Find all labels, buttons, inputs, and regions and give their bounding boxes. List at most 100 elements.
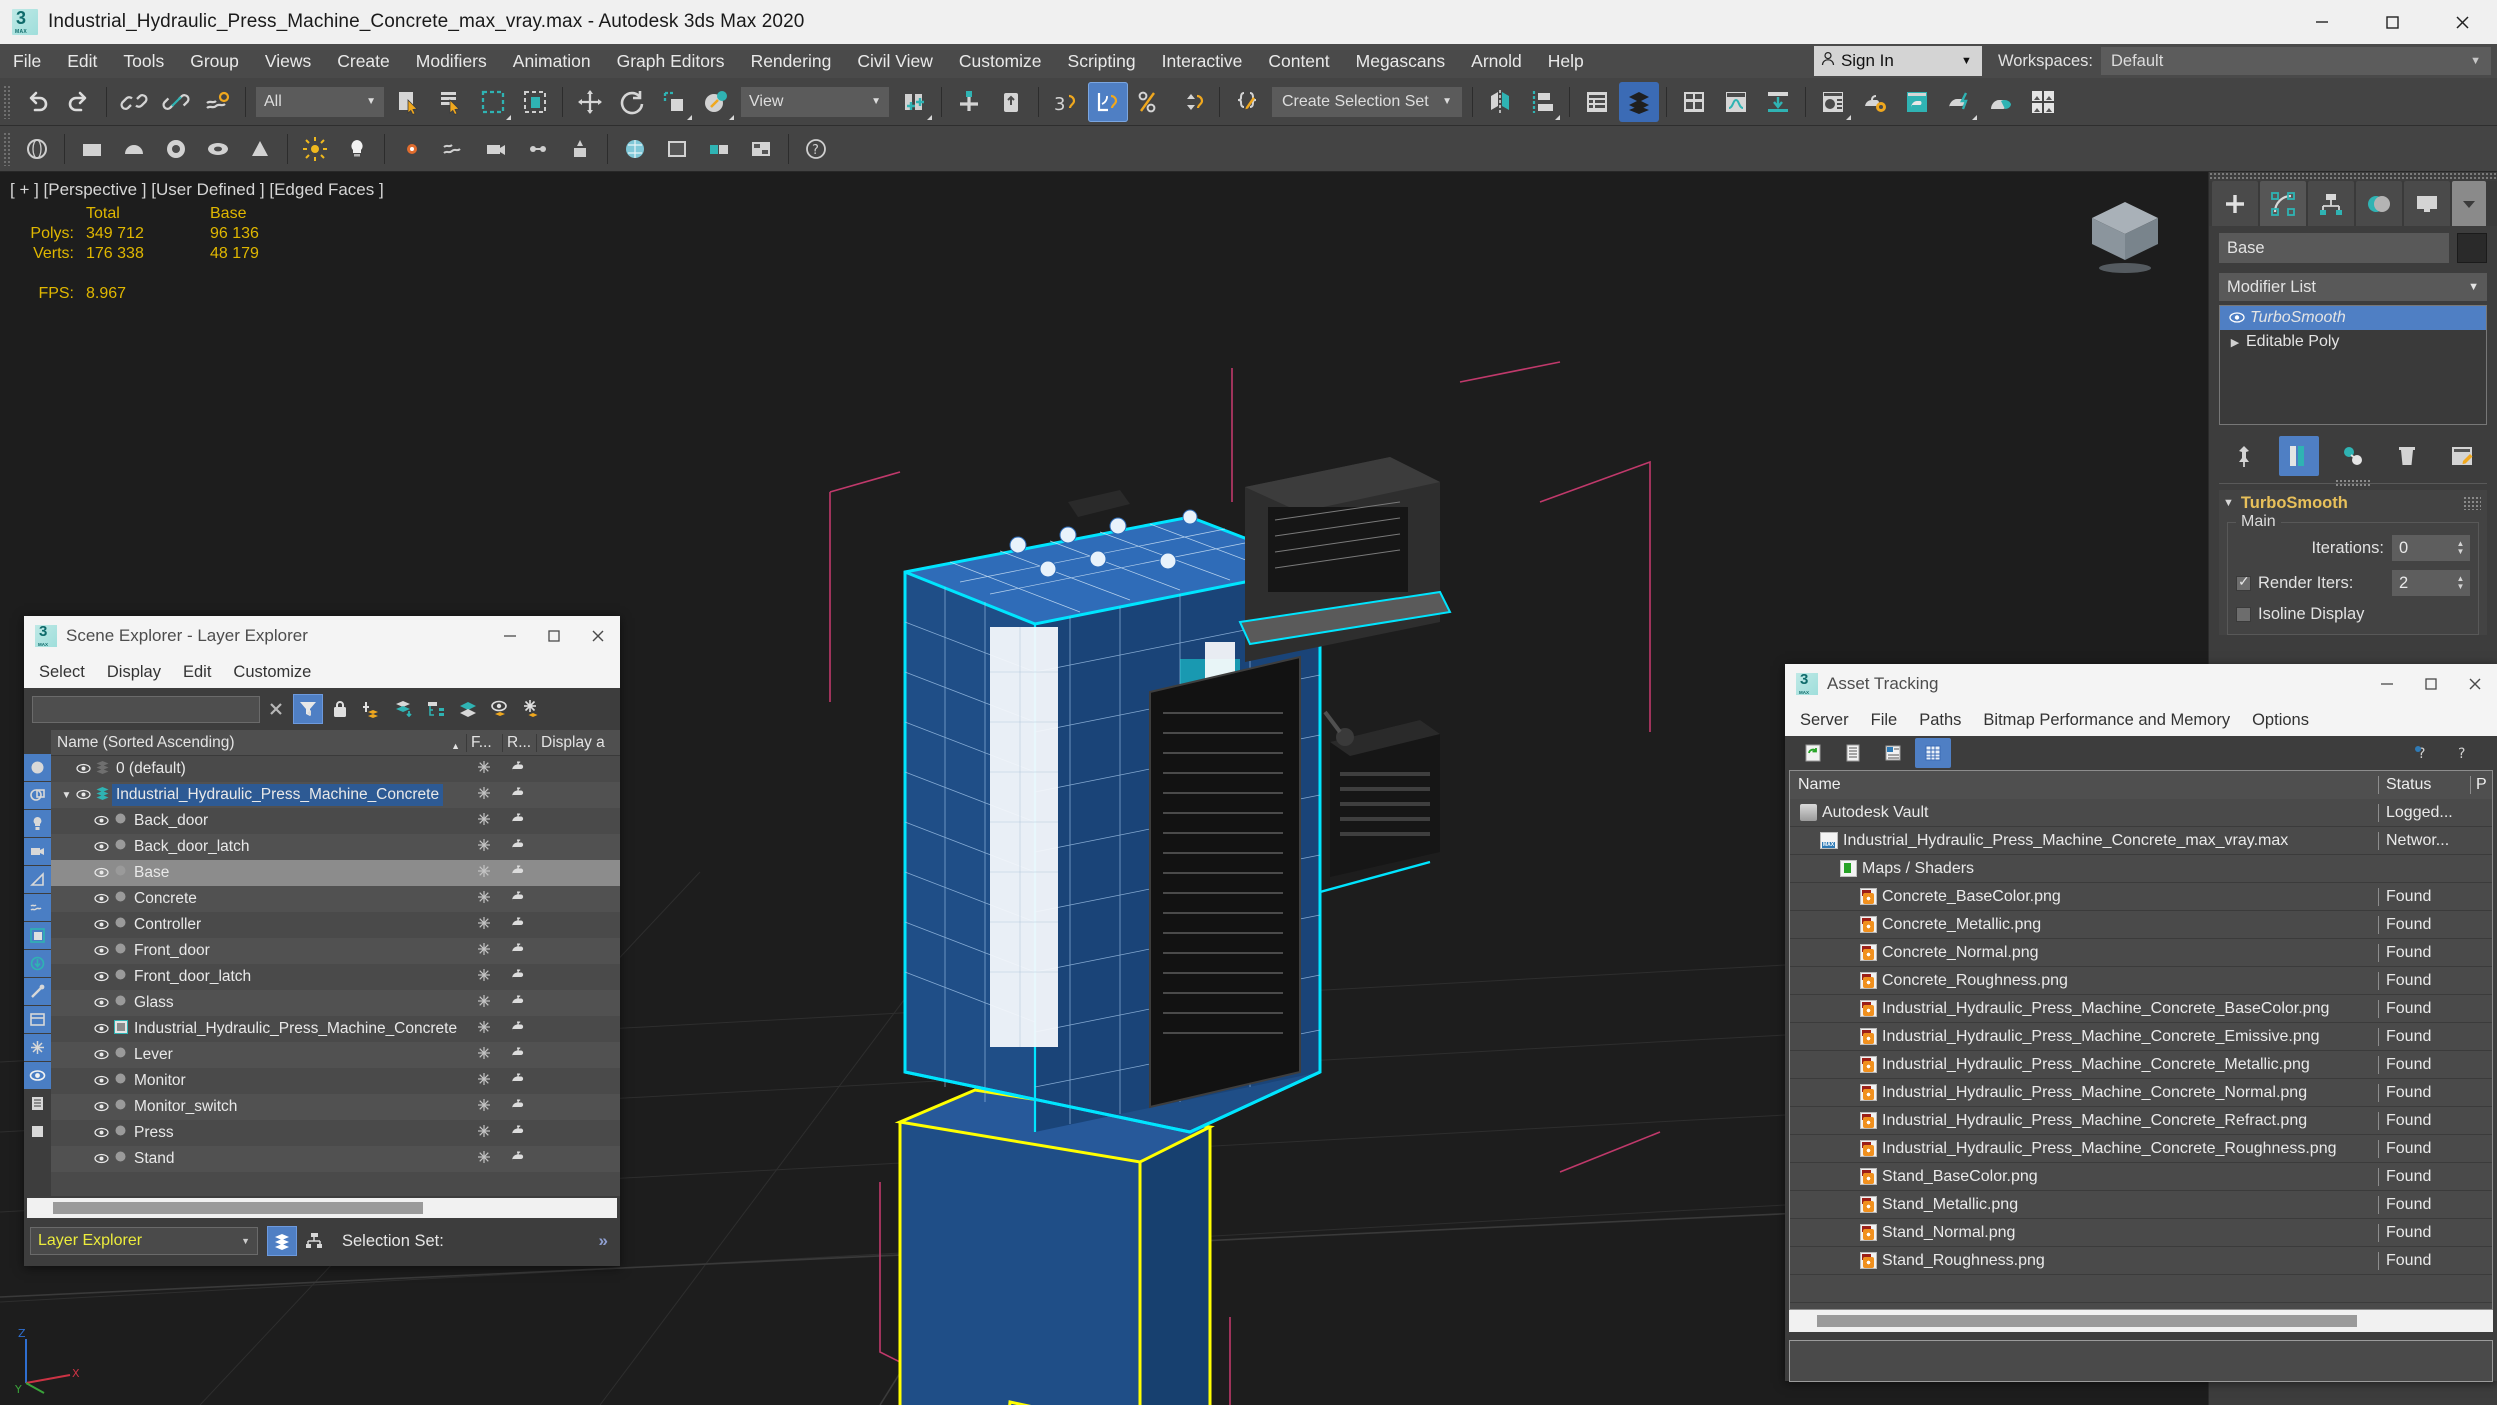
asset-tracking-row[interactable]: Concrete_Normal.png Found <box>1790 939 2492 967</box>
menu-group[interactable]: Group <box>177 44 252 78</box>
frozen-toggle-icon[interactable] <box>466 1098 502 1117</box>
freeze-unfreeze-icon[interactable] <box>517 694 547 724</box>
scene-explorer-row[interactable]: ▼ Industrial_Hydraulic_Press_Machine_Conc… <box>51 782 620 808</box>
renderable-toggle-icon[interactable] <box>502 916 536 934</box>
selection-filter-select[interactable]: All ▼ <box>256 86 384 117</box>
snapshot-icon[interactable] <box>560 129 600 169</box>
frozen-toggle-icon[interactable] <box>466 1046 502 1065</box>
visibility-eye-icon[interactable] <box>92 970 111 985</box>
lock-icon[interactable] <box>325 694 355 724</box>
add-layer-icon[interactable] <box>357 694 387 724</box>
camera-icon[interactable] <box>476 129 516 169</box>
motion-tab[interactable] <box>2356 181 2402 226</box>
layer-view-toggle-icon[interactable] <box>267 1226 297 1256</box>
filter-geometry-icon[interactable] <box>24 754 51 781</box>
clear-search-icon[interactable] <box>261 694 291 724</box>
asset-tracking-row[interactable]: Industrial_Hydraulic_Press_Machine_Concr… <box>1790 1051 2492 1079</box>
modifier-stack[interactable]: TurboSmooth ▶ Editable Poly <box>2219 305 2487 425</box>
extras-icon[interactable] <box>518 129 558 169</box>
scene-explorer-row[interactable]: Concrete <box>51 886 620 912</box>
filter-hidden-icon[interactable] <box>24 1062 51 1089</box>
visibility-eye-icon[interactable] <box>92 1126 111 1141</box>
select-by-name-icon[interactable] <box>431 82 471 122</box>
select-and-manipulate-icon[interactable] <box>949 82 989 122</box>
se-menu-edit[interactable]: Edit <box>172 656 222 688</box>
expand-collapse-icon[interactable]: ▼ <box>59 790 74 801</box>
asset-column-status[interactable]: Status <box>2378 776 2470 794</box>
filter-list-icon[interactable] <box>24 1090 51 1117</box>
scene-explorer-row[interactable]: Press <box>51 1120 620 1146</box>
box-primitive-icon[interactable] <box>72 129 112 169</box>
scene-explorer-row[interactable]: Front_door_latch <box>51 964 620 990</box>
at-menu-server[interactable]: Server <box>1789 704 1860 736</box>
table-view-icon[interactable] <box>1915 738 1951 768</box>
filter-groups-icon[interactable] <box>24 922 51 949</box>
menu-help[interactable]: Help <box>1535 44 1597 78</box>
menu-megascans[interactable]: Megascans <box>1343 44 1459 78</box>
modifier-stack-item-turbosmooth[interactable]: TurboSmooth <box>2220 306 2486 330</box>
asset-tracking-row[interactable]: Industrial_Hydraulic_Press_Machine_Concr… <box>1790 827 2492 855</box>
visibility-eye-icon[interactable] <box>92 944 111 959</box>
asset-tracking-row[interactable]: Concrete_Metallic.png Found <box>1790 911 2492 939</box>
help-new-icon[interactable]: ? <box>2405 738 2441 768</box>
render-element-icon[interactable] <box>657 129 697 169</box>
render-production-icon[interactable] <box>1939 82 1979 122</box>
frozen-toggle-icon[interactable] <box>466 760 502 779</box>
asset-tracking-row[interactable]: Industrial_Hydraulic_Press_Machine_Concr… <box>1790 1023 2492 1051</box>
frozen-toggle-icon[interactable] <box>466 838 502 857</box>
asset-tracking-row[interactable]: Stand_Roughness.png Found <box>1790 1247 2492 1275</box>
modifier-stack-item-editable-poly[interactable]: ▶ Editable Poly <box>2220 330 2486 354</box>
filter-space-warps-icon[interactable] <box>24 894 51 921</box>
minimize-button[interactable] <box>2287 0 2357 44</box>
renderable-toggle-icon[interactable] <box>502 942 536 960</box>
menu-rendering[interactable]: Rendering <box>738 44 845 78</box>
remove-modifier-icon[interactable] <box>2387 436 2427 476</box>
scene-explorer-row[interactable]: Lever <box>51 1042 620 1068</box>
material-swatch-icon[interactable] <box>699 129 739 169</box>
renderable-toggle-icon[interactable] <box>502 994 536 1012</box>
renderable-toggle-icon[interactable] <box>502 890 536 908</box>
column-render[interactable]: R... <box>502 733 536 752</box>
scene-explorer-search-input[interactable] <box>32 695 260 723</box>
layers-icon[interactable] <box>453 694 483 724</box>
menu-civil-view[interactable]: Civil View <box>844 44 946 78</box>
use-pivot-point-center-icon[interactable] <box>894 82 934 122</box>
asset-tracking-minimize-button[interactable] <box>2365 664 2409 704</box>
se-menu-display[interactable]: Display <box>96 656 172 688</box>
help-icon[interactable]: ? <box>796 129 836 169</box>
scene-explorer-row[interactable]: Back_door_latch <box>51 834 620 860</box>
scene-explorer-close-button[interactable] <box>576 616 620 656</box>
make-unique-icon[interactable] <box>2333 436 2373 476</box>
torus-primitive-icon[interactable] <box>198 129 238 169</box>
renderable-toggle-icon[interactable] <box>502 1072 536 1090</box>
frozen-toggle-icon[interactable] <box>466 942 502 961</box>
filter-xrefs-icon[interactable] <box>24 950 51 977</box>
filter-icon[interactable] <box>293 694 323 724</box>
visibility-eye-icon[interactable] <box>92 1100 111 1115</box>
schematic-view-icon[interactable] <box>1758 82 1798 122</box>
menu-animation[interactable]: Animation <box>500 44 604 78</box>
hierarchy-view-icon[interactable] <box>421 694 451 724</box>
utilities-tab[interactable] <box>2452 181 2486 226</box>
spinner-arrows-icon[interactable]: ▲ ▼ <box>2454 540 2470 556</box>
scene-explorer-row[interactable]: Stand <box>51 1146 620 1172</box>
workspace-select[interactable]: Default ▼ <box>2101 47 2491 75</box>
help-icon[interactable]: ? <box>2445 738 2481 768</box>
column-display[interactable]: Display a <box>536 733 620 752</box>
angle-snap-toggle-icon[interactable] <box>1088 81 1128 122</box>
named-selection-set-input[interactable]: Create Selection Set ▼ <box>1272 86 1462 117</box>
toggle-ribbon-icon[interactable] <box>1674 82 1714 122</box>
scene-explorer-row[interactable]: Controller <box>51 912 620 938</box>
asset-tracking-row[interactable]: Industrial_Hydraulic_Press_Machine_Concr… <box>1790 1135 2492 1163</box>
cylinder-primitive-icon[interactable] <box>156 129 196 169</box>
menu-arnold[interactable]: Arnold <box>1458 44 1535 78</box>
frozen-toggle-icon[interactable] <box>466 812 502 831</box>
visibility-eye-icon[interactable] <box>74 788 93 803</box>
select-and-link-icon[interactable] <box>114 82 154 122</box>
render-iters-spinner[interactable]: 2 ▲ ▼ <box>2392 570 2470 596</box>
frozen-toggle-icon[interactable] <box>466 1150 502 1169</box>
open-render-gallery-icon[interactable] <box>2023 82 2063 122</box>
frozen-toggle-icon[interactable] <box>466 1020 502 1039</box>
frozen-toggle-icon[interactable] <box>466 1072 502 1091</box>
select-object-icon[interactable] <box>389 82 429 122</box>
